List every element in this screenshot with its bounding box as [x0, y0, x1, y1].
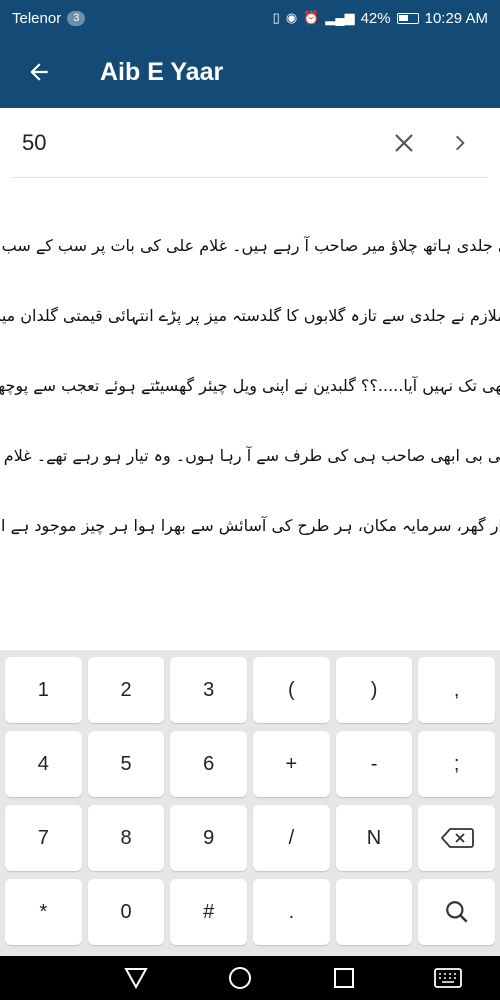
key-semicolon[interactable]: ; [418, 731, 496, 797]
key-comma[interactable]: , [418, 657, 496, 723]
recents-square-icon [334, 968, 354, 988]
key-6[interactable]: 6 [170, 731, 248, 797]
battery-icon [396, 12, 419, 24]
signal-icon: ▂▄▆ [325, 10, 355, 25]
key-0[interactable]: 0 [87, 879, 165, 945]
nav-keyboard-button[interactable] [396, 956, 500, 1000]
carrier-badge: 3 [67, 10, 86, 26]
key-2[interactable]: 2 [87, 657, 165, 723]
key-7[interactable]: 7 [5, 805, 82, 871]
key-3[interactable]: 3 [170, 657, 248, 723]
keyboard-row: 4 5 6 + - ; [2, 728, 498, 800]
eye-icon: ◉ [285, 10, 298, 25]
key-space[interactable] [335, 879, 413, 945]
keyboard-row: 1 2 3 ( ) , [2, 654, 498, 726]
nav-back-button[interactable] [84, 956, 188, 1000]
status-left: Telenor 3 [12, 9, 86, 27]
clear-button[interactable] [376, 115, 432, 171]
next-result-button[interactable] [432, 115, 488, 171]
search-key[interactable] [418, 879, 496, 945]
key-9[interactable]: 9 [170, 805, 248, 871]
content-paragraph: شاندار گھر، سرمایہ مکان، ہر طرح کی آسائش… [0, 516, 500, 535]
navigation-bar [0, 956, 500, 1000]
chevron-right-icon [456, 135, 465, 150]
key-close-paren[interactable]: ) [335, 657, 413, 723]
clock: 10:29 AM [424, 9, 488, 27]
reader-content[interactable]: جلدی جلدی ہاتھ چلاؤ میر صاحب آ رہے ہیں۔ … [0, 230, 500, 650]
alarm-icon: ⏰ [303, 10, 320, 25]
content-paragraph: ایک ملازم نے جلدی سے تازہ گلابوں کا گلدس… [0, 306, 500, 325]
key-period[interactable]: . [253, 879, 330, 945]
battery-percent: 42% [360, 9, 391, 27]
content-paragraph: کیا ابھی تک نہیں آیا.....؟؟ گلبدین نے اپ… [0, 376, 500, 395]
status-right: ▯ ◉ ⏰ ▂▄▆ 42% 10:29 AM [273, 10, 488, 27]
key-1[interactable]: 1 [5, 657, 82, 723]
backspace-icon [440, 828, 474, 848]
content-paragraph: جی بی بی ابھی صاحب ہی کی طرف سے آ رہا ہو… [0, 446, 500, 465]
key-4[interactable]: 4 [5, 731, 82, 797]
home-circle-icon [229, 967, 251, 989]
numeric-keyboard: 1 2 3 ( ) , 4 5 6 + - ; 7 8 9 / N * 0 # … [0, 650, 500, 956]
content-paragraph: جلدی جلدی ہاتھ چلاؤ میر صاحب آ رہے ہیں۔ … [0, 236, 500, 255]
triangle-back-icon [124, 968, 148, 989]
keyboard-row: * 0 # . [2, 876, 498, 948]
key-slash[interactable]: / [253, 805, 330, 871]
key-8[interactable]: 8 [87, 805, 165, 871]
key-5[interactable]: 5 [87, 731, 165, 797]
carrier-name: Telenor [12, 9, 62, 27]
back-button[interactable] [0, 36, 78, 108]
keyboard-icon [434, 968, 462, 988]
nav-home-button[interactable] [188, 956, 292, 1000]
keyboard-row: 7 8 9 / N [2, 802, 498, 874]
search-bar [12, 108, 488, 178]
vibrate-icon: ▯ [272, 10, 280, 25]
key-open-paren[interactable]: ( [253, 657, 330, 723]
arrow-left-icon [30, 63, 48, 81]
backspace-key[interactable] [418, 805, 496, 871]
search-icon [445, 901, 468, 923]
app-bar: Aib E Yaar [0, 36, 500, 108]
status-bar: Telenor 3 ▯ ◉ ⏰ ▂▄▆ 42% 10:29 AM [0, 0, 500, 36]
nav-recents-button[interactable] [292, 956, 396, 1000]
close-icon [395, 133, 413, 152]
key-asterisk[interactable]: * [5, 879, 82, 945]
page-title: Aib E Yaar [100, 57, 224, 86]
key-minus[interactable]: - [335, 731, 413, 797]
key-hash[interactable]: # [170, 879, 248, 945]
key-n[interactable]: N [335, 805, 413, 871]
search-input[interactable] [12, 129, 376, 156]
key-plus[interactable]: + [253, 731, 330, 797]
